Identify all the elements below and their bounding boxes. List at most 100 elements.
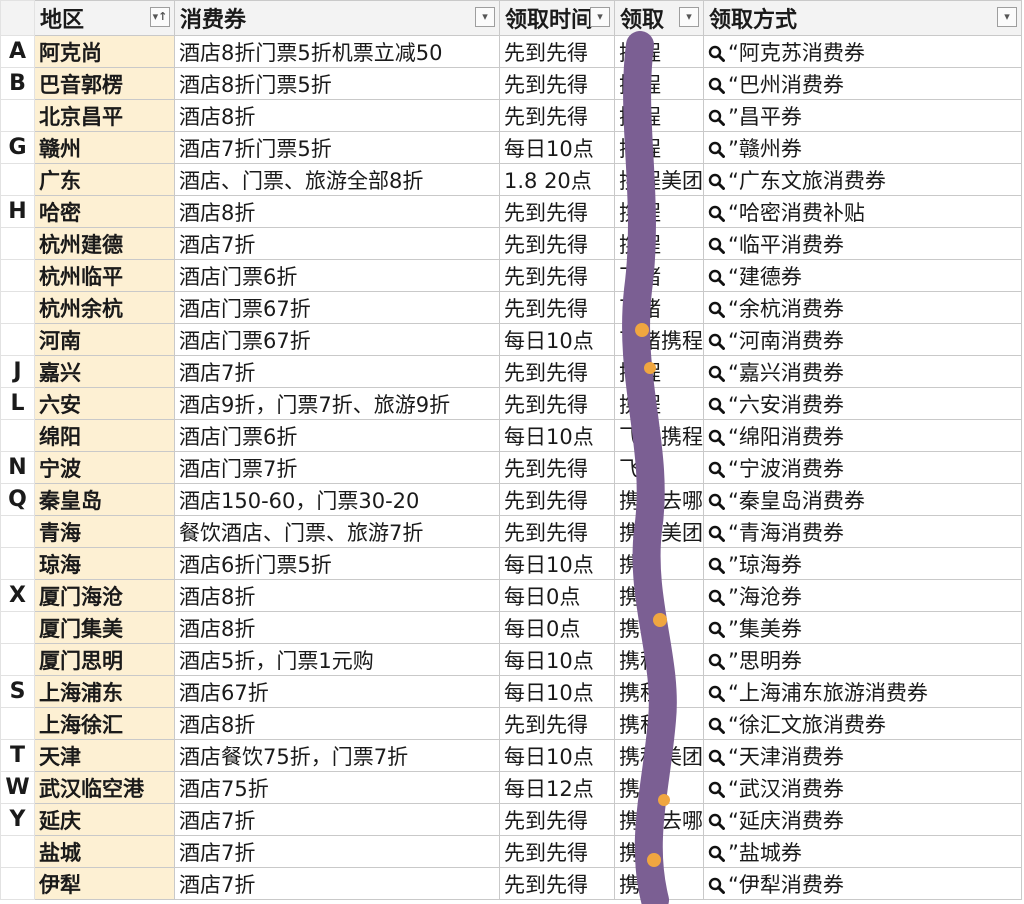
method-cell[interactable]: ”赣州券 [703,131,1022,164]
time-cell[interactable]: 先到先得 [499,707,615,740]
region-cell[interactable]: 广东 [34,163,175,196]
region-cell[interactable]: 嘉兴 [34,355,175,388]
method-cell[interactable]: ”昌平券 [703,99,1022,132]
voucher-cell[interactable]: 酒店150-60，门票30-20 [174,483,500,516]
table-row[interactable]: 盐城 酒店7折 先到先得 携程 ”盐城券 [0,835,1022,868]
voucher-cell[interactable]: 酒店门票7折 [174,451,500,484]
voucher-cell[interactable]: 酒店8折 [174,579,500,612]
platform-cell[interactable]: 携程 [614,579,704,612]
time-cell[interactable]: 每日10点 [499,323,615,356]
platform-cell[interactable]: 飞猪 [614,291,704,324]
method-cell[interactable]: “绵阳消费券 [703,419,1022,452]
method-cell[interactable]: “六安消费券 [703,387,1022,420]
platform-cell[interactable]: 飞猪 [614,259,704,292]
time-cell[interactable]: 每日12点 [499,771,615,804]
voucher-cell[interactable]: 酒店8折 [174,611,500,644]
sort-filter-icon[interactable]: ▾↑ [150,7,170,27]
table-row[interactable]: B 巴音郭楞 酒店8折门票5折 先到先得 携程 “巴州消费券 [0,67,1022,100]
table-row[interactable]: W 武汉临空港 酒店75折 每日12点 携程 “武汉消费券 [0,771,1022,804]
region-cell[interactable]: 青海 [34,515,175,548]
platform-cell[interactable]: 携程 [614,835,704,868]
time-cell[interactable]: 先到先得 [499,835,615,868]
time-cell[interactable]: 先到先得 [499,35,615,68]
method-cell[interactable]: “嘉兴消费券 [703,355,1022,388]
time-cell[interactable]: 先到先得 [499,387,615,420]
region-cell[interactable]: 延庆 [34,803,175,836]
filter-dropdown-icon[interactable]: ▾ [679,7,699,27]
region-cell[interactable]: 琼海 [34,547,175,580]
voucher-cell[interactable]: 酒店门票67折 [174,323,500,356]
platform-cell[interactable]: 携程 [614,387,704,420]
time-cell[interactable]: 先到先得 [499,259,615,292]
time-cell[interactable]: 先到先得 [499,195,615,228]
table-row[interactable]: 杭州余杭 酒店门票67折 先到先得 飞猪 “余杭消费券 [0,291,1022,324]
platform-cell[interactable]: 携程 [614,227,704,260]
table-row[interactable]: 北京昌平 酒店8折 先到先得 携程 ”昌平券 [0,99,1022,132]
method-cell[interactable]: “阿克苏消费券 [703,35,1022,68]
region-cell[interactable]: 天津 [34,739,175,772]
table-row[interactable]: S 上海浦东 酒店67折 每日10点 携程 “上海浦东旅游消费券 [0,675,1022,708]
table-row[interactable]: 河南 酒店门票67折 每日10点 飞猪携程 “河南消费券 [0,323,1022,356]
region-cell[interactable]: 六安 [34,387,175,420]
method-cell[interactable]: “建德券 [703,259,1022,292]
region-cell[interactable]: 上海徐汇 [34,707,175,740]
table-row[interactable]: 广东 酒店、门票、旅游全部8折 1.8 20点 携程美团 “广东文旅消费券 [0,163,1022,196]
method-cell[interactable]: “河南消费券 [703,323,1022,356]
table-row[interactable]: 青海 餐饮酒店、门票、旅游7折 先到先得 携程美团 “青海消费券 [0,515,1022,548]
table-row[interactable]: Q 秦皇岛 酒店150-60，门票30-20 先到先得 携程去哪 “秦皇岛消费券 [0,483,1022,516]
time-cell[interactable]: 每日0点 [499,579,615,612]
voucher-cell[interactable]: 酒店8折门票5折机票立减50 [174,35,500,68]
method-cell[interactable]: “秦皇岛消费券 [703,483,1022,516]
method-cell[interactable]: “青海消费券 [703,515,1022,548]
region-cell[interactable]: 阿克尚 [34,35,175,68]
table-row[interactable]: Y 延庆 酒店7折 先到先得 携程去哪 “延庆消费券 [0,803,1022,836]
method-cell[interactable]: “哈密消费补贴 [703,195,1022,228]
table-row[interactable]: X 厦门海沧 酒店8折 每日0点 携程 ”海沧券 [0,579,1022,612]
voucher-cell[interactable]: 酒店餐饮75折，门票7折 [174,739,500,772]
table-row[interactable]: T 天津 酒店餐饮75折，门票7折 每日10点 携程美团 “天津消费券 [0,739,1022,772]
voucher-cell[interactable]: 酒店8折 [174,99,500,132]
filter-dropdown-icon[interactable]: ▾ [475,7,495,27]
column-header-voucher[interactable]: 消费券 ▾ [174,0,500,36]
time-cell[interactable]: 先到先得 [499,227,615,260]
column-header-method[interactable]: 领取方式 ▾ [703,0,1022,36]
region-cell[interactable]: 上海浦东 [34,675,175,708]
table-row[interactable]: L 六安 酒店9折，门票7折、旅游9折 先到先得 携程 “六安消费券 [0,387,1022,420]
table-row[interactable]: 厦门集美 酒店8折 每日0点 携程 ”集美券 [0,611,1022,644]
region-cell[interactable]: 秦皇岛 [34,483,175,516]
platform-cell[interactable]: 携程 [614,99,704,132]
platform-cell[interactable]: 携程 [614,771,704,804]
time-cell[interactable]: 每日10点 [499,675,615,708]
method-cell[interactable]: ”集美券 [703,611,1022,644]
time-cell[interactable]: 先到先得 [499,451,615,484]
region-cell[interactable]: 杭州建德 [34,227,175,260]
table-row[interactable]: J 嘉兴 酒店7折 先到先得 携程 “嘉兴消费券 [0,355,1022,388]
platform-cell[interactable]: 飞猪携程 [614,323,704,356]
region-cell[interactable]: 巴音郭楞 [34,67,175,100]
voucher-cell[interactable]: 酒店7折 [174,355,500,388]
platform-cell[interactable]: 携程 [614,195,704,228]
method-cell[interactable]: “延庆消费券 [703,803,1022,836]
voucher-cell[interactable]: 酒店67折 [174,675,500,708]
time-cell[interactable]: 先到先得 [499,483,615,516]
method-cell[interactable]: ”思明券 [703,643,1022,676]
method-cell[interactable]: ”海沧券 [703,579,1022,612]
region-cell[interactable]: 赣州 [34,131,175,164]
table-row[interactable]: 琼海 酒店6折门票5折 每日10点 携程 ”琼海券 [0,547,1022,580]
platform-cell[interactable]: 飞猪携程 [614,419,704,452]
voucher-cell[interactable]: 酒店8折门票5折 [174,67,500,100]
time-cell[interactable]: 每日0点 [499,611,615,644]
voucher-cell[interactable]: 酒店6折门票5折 [174,547,500,580]
platform-cell[interactable]: 携程 [614,35,704,68]
table-row[interactable]: 杭州临平 酒店门票6折 先到先得 飞猪 “建德券 [0,259,1022,292]
table-row[interactable]: 厦门思明 酒店5折，门票1元购 每日10点 携程 ”思明券 [0,643,1022,676]
method-cell[interactable]: “余杭消费券 [703,291,1022,324]
voucher-cell[interactable]: 酒店、门票、旅游全部8折 [174,163,500,196]
method-cell[interactable]: “徐汇文旅消费券 [703,707,1022,740]
voucher-cell[interactable]: 酒店8折 [174,195,500,228]
region-cell[interactable]: 伊犁 [34,867,175,900]
time-cell[interactable]: 先到先得 [499,355,615,388]
region-cell[interactable]: 北京昌平 [34,99,175,132]
voucher-cell[interactable]: 酒店7折 [174,835,500,868]
region-cell[interactable]: 宁波 [34,451,175,484]
